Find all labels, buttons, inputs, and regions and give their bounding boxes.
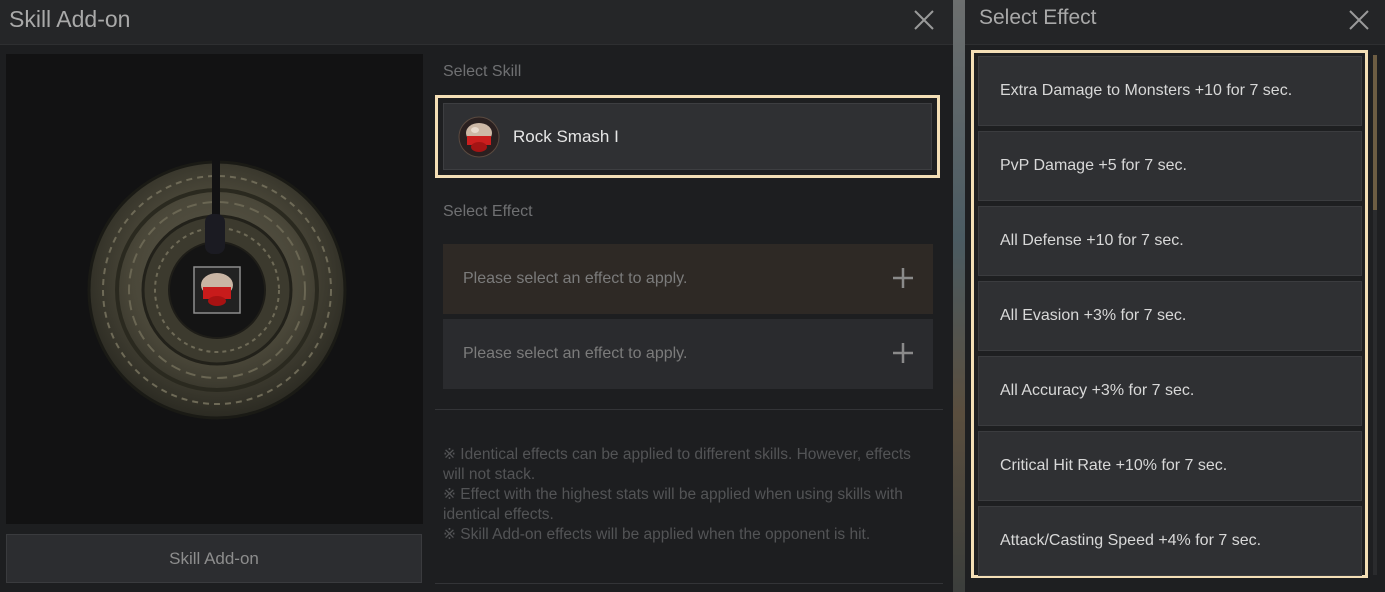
skill-addon-button[interactable]: Skill Add-on <box>6 534 422 583</box>
close-icon[interactable] <box>913 9 935 31</box>
scrollbar-thumb[interactable] <box>1373 55 1377 210</box>
select-effect-titlebar: Select Effect <box>965 0 1385 45</box>
window-title: Skill Add-on <box>9 6 131 32</box>
note-line: ※ Skill Add-on effects will be applied w… <box>443 526 871 543</box>
plus-icon[interactable] <box>892 267 914 289</box>
select-effect-label: Select Effect <box>443 203 533 220</box>
divider <box>435 409 943 410</box>
effect-slot-placeholder: Please select an effect to apply. <box>463 270 688 287</box>
rock-smash-skill-icon <box>458 116 500 158</box>
selected-skill-row[interactable]: Rock Smash I <box>443 103 932 170</box>
selected-skill-box[interactable]: Rock Smash I <box>435 95 940 178</box>
window-title: Select Effect <box>979 6 1097 29</box>
divider <box>435 583 943 584</box>
effect-option[interactable]: Attack/Casting Speed +4% for 7 sec. <box>978 506 1362 576</box>
effect-list-frame: Extra Damage to Monsters +10 for 7 sec. … <box>971 50 1368 578</box>
effect-slot-1[interactable]: Please select an effect to apply. <box>443 244 933 314</box>
skill-preview-panel <box>6 54 423 524</box>
effect-option[interactable]: All Evasion +3% for 7 sec. <box>978 281 1362 351</box>
effect-slot-placeholder: Please select an effect to apply. <box>463 345 688 362</box>
effect-option[interactable]: Extra Damage to Monsters +10 for 7 sec. <box>978 56 1362 126</box>
effect-option[interactable]: All Defense +10 for 7 sec. <box>978 206 1362 276</box>
select-skill-label: Select Skill <box>443 63 522 80</box>
scrollbar[interactable] <box>1373 55 1377 575</box>
effect-option[interactable]: All Accuracy +3% for 7 sec. <box>978 356 1362 426</box>
note-line: ※ Effect with the highest stats will be … <box>443 486 903 523</box>
select-effect-window: Select Effect Extra Damage to Monsters +… <box>965 0 1385 592</box>
background-scene <box>953 0 965 592</box>
effect-option[interactable]: Critical Hit Rate +10% for 7 sec. <box>978 431 1362 501</box>
effect-slot-2[interactable]: Please select an effect to apply. <box>443 319 933 389</box>
plus-icon[interactable] <box>892 342 914 364</box>
close-icon[interactable] <box>1348 9 1370 31</box>
rune-ring-emblem <box>86 159 348 426</box>
effect-option[interactable]: PvP Damage +5 for 7 sec. <box>978 131 1362 201</box>
skill-addon-window: Skill Add-on Skill Add-on Select Skill R… <box>0 0 953 592</box>
notes-text: ※ Identical effects can be applied to di… <box>443 445 933 545</box>
effect-list: Extra Damage to Monsters +10 for 7 sec. … <box>978 56 1362 581</box>
note-line: ※ Identical effects can be applied to di… <box>443 446 911 483</box>
skill-addon-titlebar: Skill Add-on <box>0 0 953 45</box>
selected-skill-name: Rock Smash I <box>513 126 619 146</box>
